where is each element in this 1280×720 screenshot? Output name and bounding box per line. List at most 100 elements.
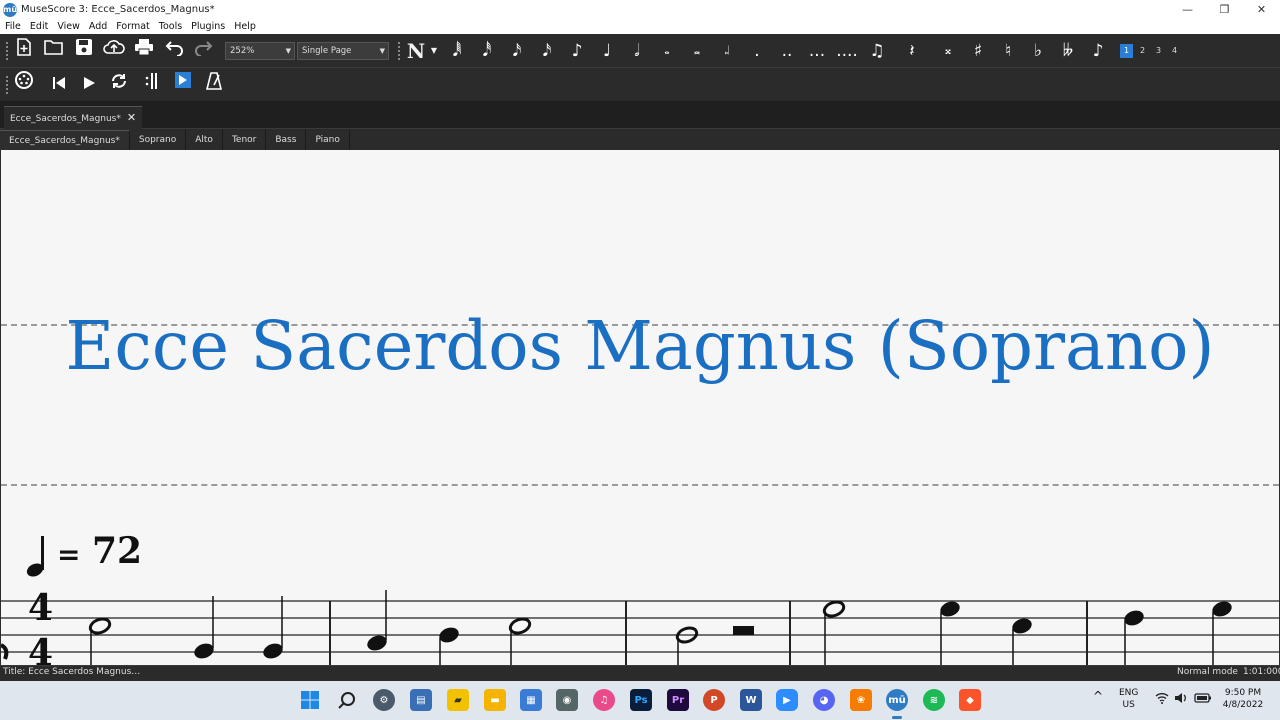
premiere-icon[interactable]: Pr	[667, 689, 689, 711]
toolbar-grip[interactable]	[6, 42, 9, 60]
64th-note-icon[interactable]: 𝅘𝅥𝅱	[446, 36, 468, 66]
dot-icon[interactable]: .	[746, 36, 768, 66]
cloud-upload-icon[interactable]	[103, 36, 125, 66]
file-explorer-icon[interactable]: ▬	[484, 689, 506, 711]
flat-icon[interactable]: ♭	[1027, 36, 1049, 66]
note[interactable]	[437, 625, 461, 665]
menu-file[interactable]: File	[5, 21, 21, 32]
longa-icon[interactable]: 𝆷	[716, 36, 738, 66]
menu-edit[interactable]: Edit	[30, 21, 48, 32]
tab-alto[interactable]: Alto	[186, 130, 223, 150]
rest-icon[interactable]: 𝄽	[901, 36, 923, 66]
itunes-icon[interactable]: ♫	[593, 689, 615, 711]
toolbar-grip[interactable]	[6, 76, 9, 94]
close-icon[interactable]: ✕	[127, 111, 136, 124]
tab-tenor[interactable]: Tenor	[223, 130, 267, 150]
chevron-up-icon[interactable]: ^	[1093, 690, 1103, 702]
note[interactable]	[508, 616, 532, 665]
maximize-button[interactable]: ❐	[1206, 0, 1243, 19]
close-window-button[interactable]: ✕	[1243, 0, 1280, 19]
eighth-note-icon[interactable]: ♪	[566, 36, 588, 66]
tie-icon[interactable]: ♫	[866, 36, 888, 66]
save-icon[interactable]	[73, 36, 95, 66]
loop-icon[interactable]	[108, 70, 130, 100]
photoshop-icon[interactable]: Ps	[630, 689, 652, 711]
16th-note-alt-icon[interactable]: 𝅘𝅥𝅯	[536, 36, 558, 66]
store-icon[interactable]: ▤	[410, 689, 432, 711]
breve-icon[interactable]: 𝅜	[686, 36, 708, 66]
word-icon[interactable]: W	[740, 689, 762, 711]
camera-icon[interactable]: ◉	[556, 689, 578, 711]
note[interactable]	[1122, 608, 1146, 665]
tab-soprano[interactable]: Soprano	[130, 130, 187, 150]
natural-icon[interactable]: ♮	[997, 36, 1019, 66]
volume-icon[interactable]	[1174, 692, 1188, 708]
tab-piano[interactable]: Piano	[306, 130, 350, 150]
soprano-staff[interactable]: 4 4	[1, 590, 1279, 665]
language-indicator[interactable]: ENG US	[1119, 687, 1138, 711]
view-mode-select[interactable]: Single Page ▼	[297, 42, 389, 60]
sharp-icon[interactable]: ♯	[967, 36, 989, 66]
midi-input-icon[interactable]	[13, 70, 35, 100]
32nd-note-icon[interactable]: 𝅘𝅥𝅰	[476, 36, 498, 66]
menu-view[interactable]: View	[57, 21, 80, 32]
whole-note-icon[interactable]: 𝅝	[656, 36, 678, 66]
document-tab[interactable]: Ecce_Sacerdos_Magnus* ✕	[4, 106, 143, 129]
note[interactable]	[675, 625, 699, 665]
discord-icon[interactable]: ◕	[813, 689, 835, 711]
open-folder-icon[interactable]	[43, 36, 65, 66]
menu-format[interactable]: Format	[116, 21, 149, 32]
print-icon[interactable]	[133, 36, 155, 66]
chevron-down-icon[interactable]: ▼	[428, 36, 440, 66]
tab-bass[interactable]: Bass	[266, 130, 307, 150]
voice-4-button[interactable]: 4	[1168, 44, 1181, 58]
clock[interactable]: 9:50 PM 4/8/2022	[1218, 687, 1268, 711]
quadruple-dot-icon[interactable]: ....	[836, 36, 858, 66]
note[interactable]	[938, 599, 962, 665]
quarter-note-icon[interactable]: ♩	[596, 36, 618, 66]
fl-studio-icon[interactable]: ❀	[850, 689, 872, 711]
play-repeats-icon[interactable]	[140, 70, 162, 100]
voice-1-button[interactable]: 1	[1120, 44, 1133, 58]
triple-dot-icon[interactable]: ...	[806, 36, 828, 66]
half-note-icon[interactable]: 𝅗𝅥	[626, 36, 648, 66]
note[interactable]	[1010, 616, 1034, 665]
pan-score-icon[interactable]	[172, 70, 194, 100]
score-canvas[interactable]: Ecce Sacerdos Magnus (Soprano) = 72 4 4	[1, 150, 1279, 665]
tempo-value[interactable]: 72	[92, 530, 142, 572]
menu-help[interactable]: Help	[234, 21, 256, 32]
double-dot-icon[interactable]: ..	[776, 36, 798, 66]
note[interactable]	[261, 596, 285, 661]
zoom-icon[interactable]: ▶	[776, 689, 798, 711]
voice-3-button[interactable]: 3	[1152, 44, 1165, 58]
note-input-button[interactable]: N	[405, 36, 427, 66]
powerpoint-icon[interactable]: P	[703, 689, 725, 711]
16th-note-icon[interactable]: 𝅘𝅥𝅯	[506, 36, 528, 66]
double-flat-icon[interactable]: 𝄫	[1057, 36, 1079, 66]
spotify-icon[interactable]: ≋	[923, 689, 945, 711]
tab-full-score[interactable]: Ecce_Sacerdos_Magnus*	[0, 130, 130, 150]
rewind-icon[interactable]	[48, 70, 70, 100]
settings-gear-icon[interactable]: ⚙	[373, 689, 395, 711]
zoom-select[interactable]: 252% ▼	[225, 42, 295, 60]
minimize-button[interactable]: —	[1169, 0, 1206, 19]
menu-add[interactable]: Add	[89, 21, 107, 32]
toolbar-grip[interactable]	[398, 42, 401, 60]
calculator-icon[interactable]: ▦	[520, 689, 542, 711]
note[interactable]	[88, 616, 112, 665]
half-rest[interactable]	[733, 626, 754, 635]
note[interactable]	[365, 590, 389, 653]
menu-plugins[interactable]: Plugins	[191, 21, 225, 32]
battery-icon[interactable]	[1194, 692, 1212, 708]
wifi-icon[interactable]	[1155, 692, 1169, 708]
note[interactable]	[822, 599, 846, 665]
undo-icon[interactable]	[163, 36, 185, 66]
brave-icon[interactable]: ◆	[959, 689, 981, 711]
note[interactable]	[1210, 599, 1234, 665]
voice-2-button[interactable]: 2	[1136, 44, 1149, 58]
redo-icon[interactable]	[193, 36, 215, 66]
metronome-icon[interactable]	[203, 70, 225, 100]
search-icon[interactable]	[336, 689, 358, 711]
note[interactable]	[192, 596, 216, 661]
sticky-notes-icon[interactable]: ▰	[447, 689, 469, 711]
